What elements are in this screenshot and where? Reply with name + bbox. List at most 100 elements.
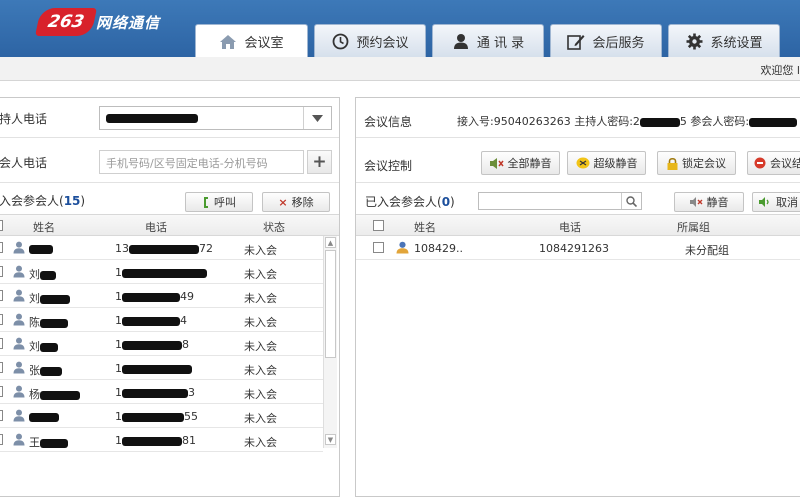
- host-password: 主持人密码:2 5: [574, 115, 687, 128]
- super-mute-button[interactable]: 超级静音: [567, 151, 646, 175]
- end-meeting-button[interactable]: 会议结: [747, 151, 800, 175]
- logo-text: 网络通信: [96, 13, 161, 32]
- joined-name: 108429..: [414, 242, 463, 255]
- super-mute-label: 超级静音: [593, 157, 638, 170]
- redacted-phone: [122, 436, 182, 446]
- redacted-phone: [122, 412, 184, 422]
- mute-button-label: 静音: [706, 196, 729, 209]
- select-all-checkbox[interactable]: [373, 220, 384, 231]
- participant-status: 未入会: [244, 292, 277, 305]
- participants-list: 13 72 未入会刘 1 未入会刘 1 49 未入会陈 1 4 未入会刘 1 8 未入会张 1 未入会杨 1 3 未…: [0, 236, 323, 452]
- brand-logo: 263 网络通信: [35, 8, 161, 36]
- meeting-info-label: 会议信息: [364, 115, 413, 129]
- add-phone-button[interactable]: +: [307, 150, 332, 174]
- remove-button[interactable]: × 移除: [262, 192, 330, 212]
- gear-icon: [685, 32, 703, 50]
- unmute-button[interactable]: 取消: [752, 192, 800, 212]
- participant-phone: 1 49: [115, 290, 194, 303]
- scroll-thumb[interactable]: [325, 250, 336, 358]
- table-row[interactable]: 13 72 未入会: [0, 236, 323, 260]
- lock-meeting-button[interactable]: 锁定会议: [657, 151, 736, 175]
- participant-name: 陈: [29, 314, 68, 330]
- redacted-password: [749, 117, 798, 127]
- phone-prefix: 1: [115, 410, 122, 423]
- user-icon: [13, 313, 25, 326]
- tab-label: 系统设置: [710, 35, 763, 51]
- participants-table-header: 姓名 电话 状态: [0, 214, 339, 236]
- speaker-mute-icon: [689, 197, 703, 207]
- table-row[interactable]: 刘 1 49 未入会: [0, 284, 323, 308]
- row-checkbox[interactable]: [0, 362, 3, 373]
- chevron-down-icon[interactable]: [303, 107, 331, 129]
- redacted-name: [40, 366, 62, 376]
- table-row[interactable]: 杨 1 3 未入会: [0, 380, 323, 404]
- mute-button[interactable]: 静音: [674, 192, 744, 212]
- row-checkbox[interactable]: [373, 242, 384, 253]
- scroll-up-icon[interactable]: ▲: [325, 237, 336, 248]
- column-name: 姓名: [414, 221, 436, 234]
- tab-system-settings[interactable]: 系统设置: [668, 24, 780, 57]
- table-row[interactable]: 陈 1 4 未入会: [0, 308, 323, 332]
- row-checkbox[interactable]: [0, 338, 3, 349]
- participant-search-input[interactable]: [478, 192, 642, 210]
- call-button-label: 呼叫: [214, 196, 236, 209]
- row-checkbox[interactable]: [0, 290, 3, 301]
- phone-suffix: 81: [182, 434, 196, 447]
- lock-meeting-label: 锁定会议: [682, 157, 726, 170]
- host-phone-label: 持人电话: [0, 111, 48, 126]
- speaker-icon: [759, 197, 772, 207]
- participants-scrollbar[interactable]: ▲ ▼: [323, 236, 337, 448]
- search-icon[interactable]: [621, 193, 641, 209]
- status-bar: 欢迎您 l: [0, 57, 800, 81]
- participant-name: 刘: [29, 266, 56, 282]
- column-name: 姓名: [33, 221, 55, 234]
- user-icon: [13, 361, 25, 374]
- joined-title-text: 已入会参会人(: [365, 195, 442, 209]
- redacted-phone: [122, 364, 192, 374]
- redacted-name: [40, 390, 80, 400]
- row-checkbox[interactable]: [0, 434, 3, 445]
- tab-meeting-room[interactable]: 会议室: [195, 24, 308, 58]
- joined-table-header: 姓名 电话 所属组: [356, 214, 800, 236]
- row-checkbox[interactable]: [0, 410, 3, 421]
- participant-status: 未入会: [244, 244, 277, 257]
- name-text: 刘: [29, 268, 40, 281]
- main-tabs: 会议室 预约会议 通 讯 录 会后服务 系统设置: [195, 24, 786, 58]
- table-row[interactable]: 刘 1 未入会: [0, 260, 323, 284]
- table-row[interactable]: 108429.. 1084291263 未分配组: [356, 236, 800, 260]
- row-checkbox[interactable]: [0, 314, 3, 325]
- phone-prefix: 13: [115, 242, 129, 255]
- table-row[interactable]: 刘 1 8 未入会: [0, 332, 323, 356]
- user-icon: [13, 337, 25, 350]
- participant-phone: 1 55: [115, 410, 198, 423]
- joined-title: 已入会参会人(0): [365, 193, 455, 210]
- user-icon: [13, 385, 25, 398]
- close-icon: ×: [278, 195, 288, 209]
- row-checkbox[interactable]: [0, 242, 3, 253]
- participant-status: 未入会: [244, 412, 277, 425]
- phone-suffix: 8: [182, 338, 189, 351]
- phone-suffix: 4: [180, 314, 187, 327]
- host-phone-select[interactable]: [99, 106, 332, 130]
- left-panel: 持人电话 会人电话 手机号码/区号固定电话-分机号码 + 入会参会人(15) 呼…: [0, 97, 340, 497]
- tab-schedule-meeting[interactable]: 预约会议: [314, 24, 426, 57]
- table-row[interactable]: 王 1 81 未入会: [0, 428, 323, 452]
- mute-all-button[interactable]: 全部静音: [481, 151, 560, 175]
- select-all-checkbox[interactable]: [0, 220, 3, 231]
- row-checkbox[interactable]: [0, 266, 3, 277]
- participant-name: [29, 242, 53, 255]
- add-phone-input[interactable]: 手机号码/区号固定电话-分机号码: [99, 150, 304, 174]
- table-row[interactable]: 1 55 未入会: [0, 404, 323, 428]
- row-checkbox[interactable]: [0, 386, 3, 397]
- scroll-down-icon[interactable]: ▼: [325, 434, 336, 445]
- table-row[interactable]: 张 1 未入会: [0, 356, 323, 380]
- phone-prefix: 1: [115, 290, 122, 303]
- clock-icon: [331, 32, 349, 50]
- tab-contacts[interactable]: 通 讯 录: [432, 24, 544, 57]
- meeting-info: 接入号:95040263263 主持人密码:2 5 参会人密码:: [457, 113, 798, 129]
- call-button[interactable]: 呼叫: [185, 192, 253, 212]
- redacted-name: [29, 244, 53, 254]
- participant-status: 未入会: [244, 364, 277, 377]
- tab-post-meeting[interactable]: 会后服务: [550, 24, 662, 57]
- joined-phone: 1084291263: [539, 242, 609, 255]
